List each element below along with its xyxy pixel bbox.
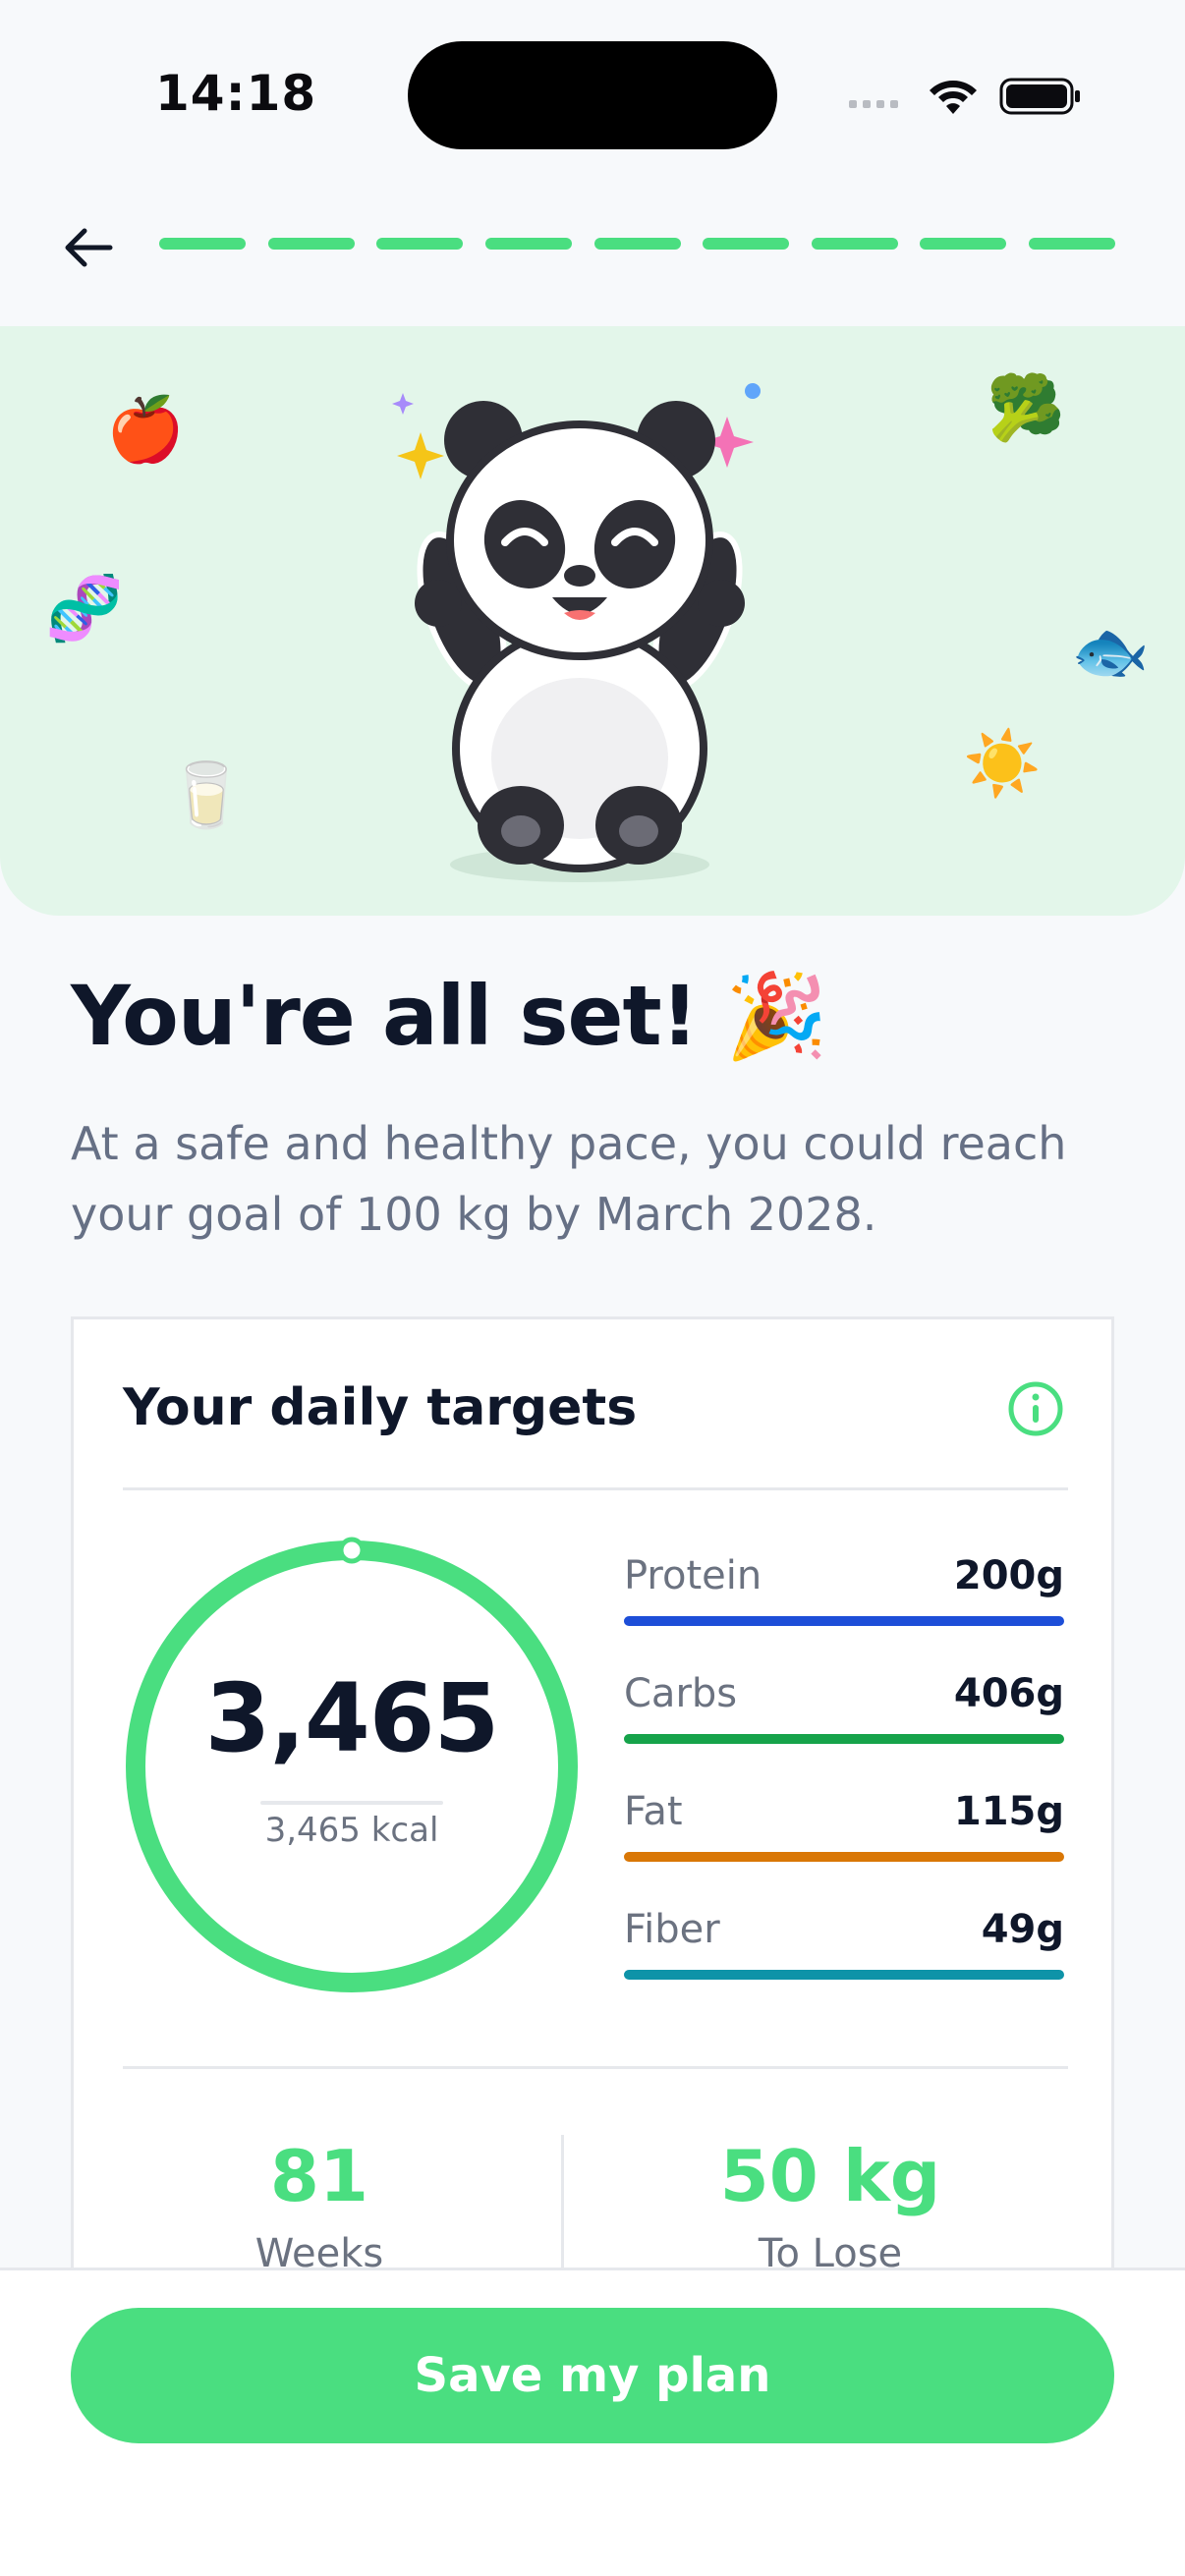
status-time: 14:18	[155, 65, 317, 122]
stat-number: 81	[269, 2135, 369, 2217]
screen: 14:18 🍎 🧬 🥛 🥦 🐟 ☀️ You're all set! 🎉 At …	[0, 0, 1185, 2576]
wifi-icon	[930, 81, 977, 114]
back-button[interactable]	[49, 208, 128, 287]
macro-name: Fiber	[624, 1907, 720, 1952]
panda-mascot-icon	[392, 383, 761, 882]
calories-underline	[260, 1801, 443, 1805]
stat-weeks: 81 Weeks	[133, 2135, 506, 2276]
progress-step	[376, 238, 464, 250]
progress-step	[703, 238, 790, 250]
macro-protein: Protein 200g	[624, 1553, 1064, 1626]
progress-step	[484, 238, 572, 250]
card-divider	[123, 1487, 1068, 1490]
status-icons	[847, 71, 1083, 120]
macro-name: Fat	[624, 1789, 683, 1834]
hero-illustration: 🍎 🧬 🥛 🥦 🐟 ☀️	[0, 326, 1185, 916]
info-icon[interactable]	[1007, 1380, 1064, 1437]
ring-knob-icon	[338, 1537, 366, 1564]
calories-unit-label: 3,465 kcal	[264, 1811, 439, 1850]
bottom-action-bar: Save my plan	[0, 2268, 1185, 2576]
dynamic-island	[408, 41, 777, 149]
card-divider	[123, 2066, 1068, 2069]
goal-description: At a safe and healthy pace, you could re…	[71, 1117, 1067, 1241]
progress-step	[267, 238, 355, 250]
stat-to-lose: 50 kg To Lose	[624, 2135, 1037, 2276]
macro-value: 115g	[953, 1789, 1064, 1834]
macro-fat: Fat 115g	[624, 1789, 1064, 1862]
arrow-left-icon	[65, 228, 113, 267]
card-title: Your daily targets	[123, 1378, 638, 1437]
macro-name: Carbs	[624, 1671, 738, 1716]
macro-carbs: Carbs 406g	[624, 1671, 1064, 1744]
party-popper-emoji: 🎉	[725, 968, 828, 1064]
macro-bar	[624, 1734, 1064, 1744]
title-text: You're all set!	[71, 968, 699, 1064]
stat-number: 50 kg	[719, 2135, 941, 2217]
calories-value: 3,465	[204, 1663, 500, 1773]
macro-value: 406g	[953, 1671, 1064, 1716]
macro-value: 200g	[953, 1553, 1064, 1598]
macro-value: 49g	[981, 1907, 1064, 1952]
battery-icon	[999, 78, 1080, 115]
macro-fiber: Fiber 49g	[624, 1907, 1064, 1980]
macro-bar	[624, 1970, 1064, 1980]
save-plan-button[interactable]: Save my plan	[71, 2308, 1114, 2443]
cellular-signal-icon	[849, 100, 898, 108]
progress-step	[593, 238, 681, 250]
macro-name: Protein	[624, 1553, 762, 1598]
progress-step	[159, 238, 246, 250]
macro-bar	[624, 1616, 1064, 1626]
progress-step	[920, 238, 1007, 250]
progress-step	[1029, 238, 1115, 250]
progress-step	[811, 238, 898, 250]
page-title: You're all set! 🎉	[71, 968, 828, 1065]
onboarding-progress	[159, 238, 1115, 250]
macro-bar	[624, 1852, 1064, 1862]
